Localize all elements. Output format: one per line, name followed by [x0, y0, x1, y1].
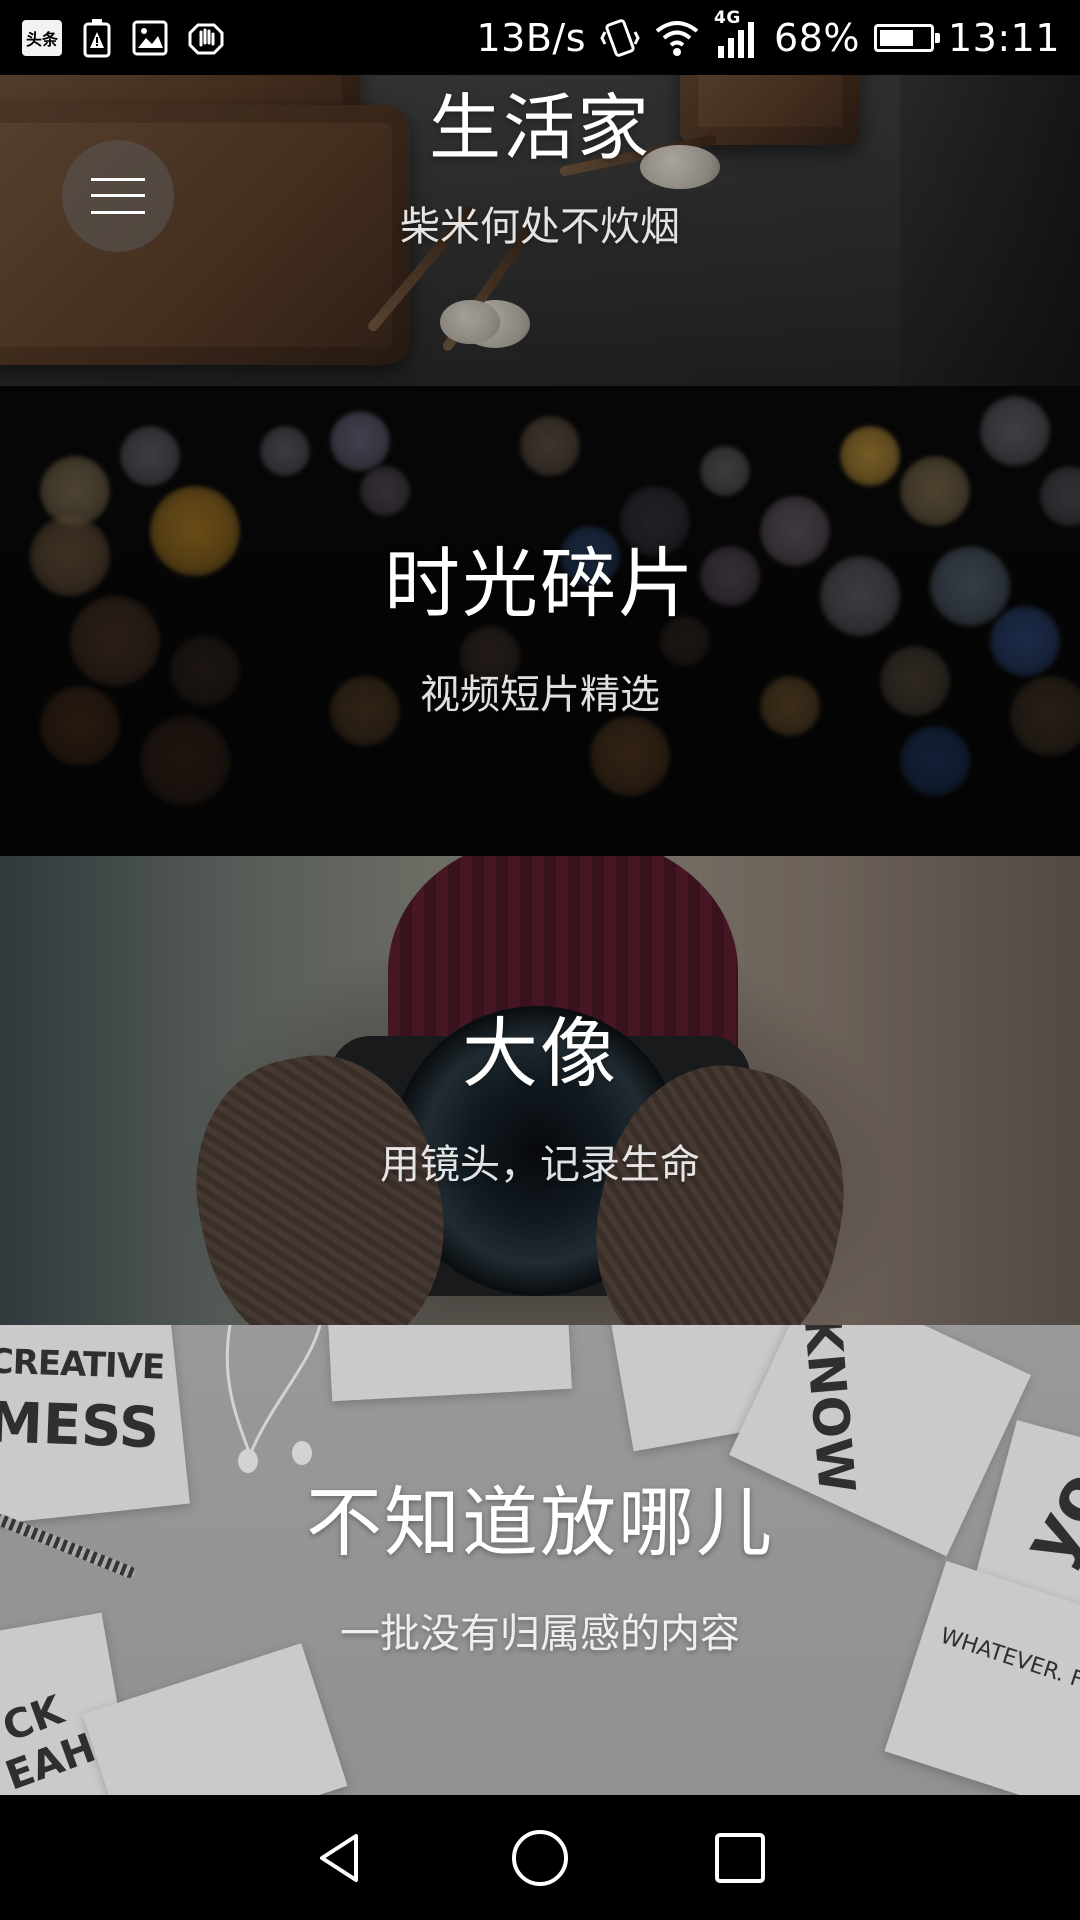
app-screen: 头条 13B/s 4G 68% 13:11 生活家 柴米何处不炊烟 时光碎片 视…	[0, 0, 1080, 1920]
hamburger-menu-icon	[91, 178, 145, 214]
navigation-bar	[0, 1795, 1080, 1920]
card-title: 时光碎片	[384, 539, 696, 628]
status-bar: 头条 13B/s 4G 68% 13:11	[0, 0, 1080, 75]
card-subtitle: 用镜头，记录生命	[380, 1141, 700, 1188]
image-icon	[132, 20, 168, 56]
card-subtitle: 一批没有归属感的内容	[340, 1611, 740, 1657]
clock: 13:11	[947, 15, 1060, 60]
home-icon[interactable]	[510, 1828, 570, 1888]
net-speed: 13B/s	[476, 15, 587, 60]
card-title: 不知道放哪儿	[306, 1478, 774, 1567]
menu-button[interactable]	[62, 140, 174, 252]
hand-icon	[188, 19, 224, 57]
wifi-icon	[654, 19, 700, 57]
recents-icon[interactable]	[710, 1828, 770, 1888]
signal-icon: 4G	[714, 8, 760, 60]
card-title: 生活家	[428, 86, 651, 170]
card-subtitle: 视频短片精选	[420, 672, 660, 718]
card-subtitle: 柴米何处不炊烟	[400, 204, 680, 250]
vibrate-icon	[600, 16, 640, 60]
category-card-portrait[interactable]: 大像 用镜头，记录生命	[0, 856, 1080, 1325]
category-card-time-fragments[interactable]: 时光碎片 视频短片精选	[0, 386, 1080, 856]
back-icon[interactable]	[310, 1828, 370, 1888]
battery-percent: 68%	[774, 15, 860, 60]
card-title: 大像	[462, 1008, 618, 1098]
battery-alert-icon	[82, 18, 112, 58]
category-card-misc[interactable]: CREATIVE MESS KNOW yo WHATEVER. FU CK EA…	[0, 1325, 1080, 1795]
toutiao-app-icon: 头条	[22, 20, 62, 56]
battery-icon	[873, 23, 940, 52]
